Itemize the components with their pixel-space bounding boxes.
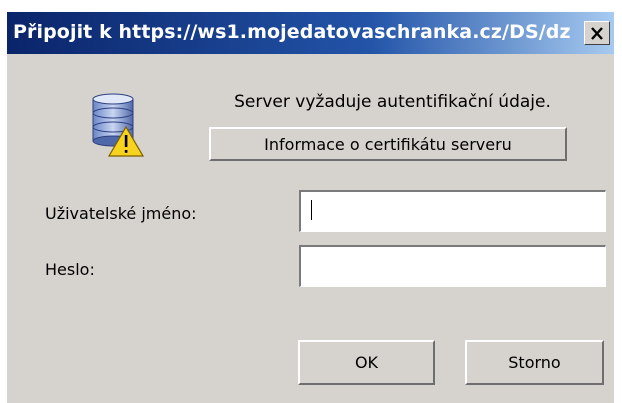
- title-bar[interactable]: Připojit k https://ws1.mojedatovaschrank…: [7, 12, 614, 54]
- certificate-info-button[interactable]: Informace o certifikátu serveru: [209, 127, 567, 161]
- server-warning-icon: [92, 93, 144, 157]
- auth-message: Server vyžaduje autentifikační údaje.: [234, 92, 551, 112]
- ok-button[interactable]: OK: [298, 340, 435, 385]
- username-field[interactable]: [299, 190, 606, 232]
- auth-dialog: Připojit k https://ws1.mojedatovaschrank…: [7, 12, 614, 403]
- username-label: Uživatelské jméno:: [45, 204, 197, 223]
- window-title: Připojit k https://ws1.mojedatovaschrank…: [13, 21, 571, 43]
- close-button[interactable]: [584, 21, 610, 45]
- cancel-button[interactable]: Storno: [465, 340, 604, 385]
- password-field[interactable]: [299, 245, 606, 287]
- password-label: Heslo:: [45, 260, 95, 279]
- text-caret: [311, 200, 312, 220]
- close-icon: [591, 26, 603, 40]
